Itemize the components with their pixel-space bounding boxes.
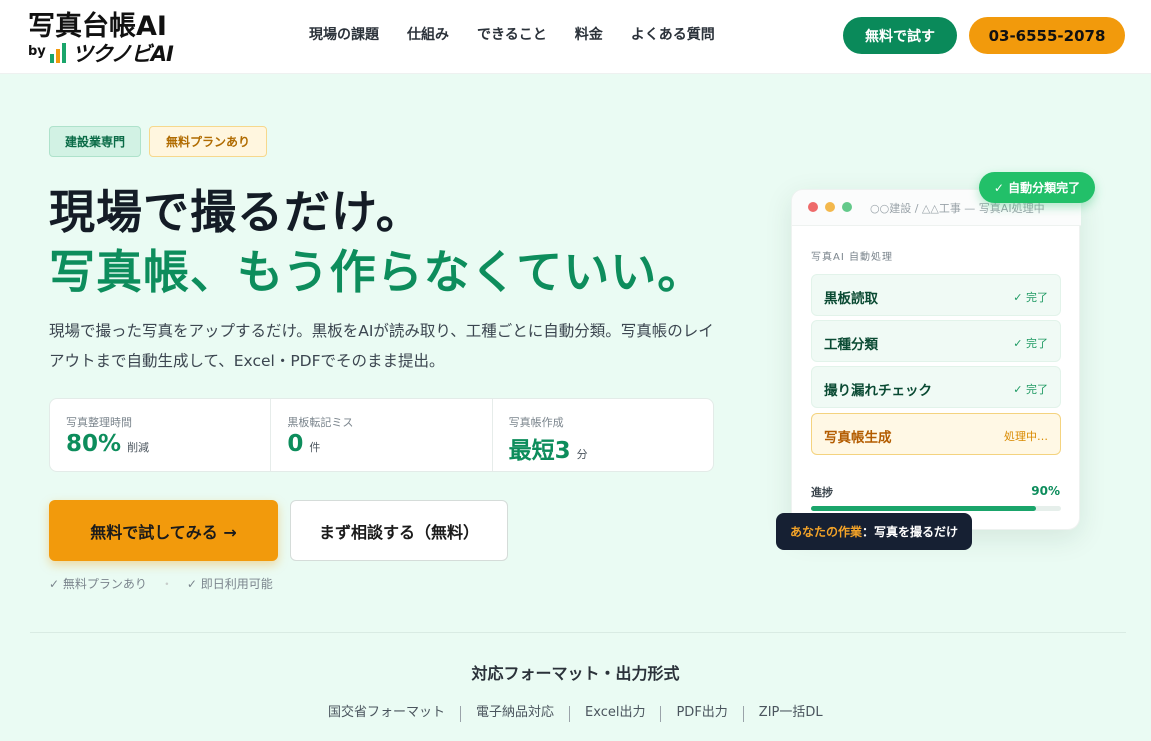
window-minimize-dot xyxy=(825,202,835,212)
step-status: ✓ 完了 xyxy=(1013,291,1048,304)
section-divider xyxy=(30,632,1126,633)
step-name: 工種分類 xyxy=(824,337,878,353)
progress-bar xyxy=(811,506,1061,511)
stat-value: 80% 削減 xyxy=(66,431,149,457)
formats-title: 対応フォーマット・出力形式 xyxy=(471,664,680,683)
stat-item: 黒板転記ミス 0件 xyxy=(271,399,493,471)
step-name: 黒板読取 xyxy=(824,291,878,307)
step-status: ✓ 完了 xyxy=(1013,337,1048,350)
logo-by: by xyxy=(28,44,46,59)
stat-number: 80% xyxy=(66,431,122,457)
format-separator xyxy=(660,706,662,722)
formats-list: 国交省フォーマット 電子納品対応 Excel出力 PDF出力 ZIP一括DL xyxy=(328,698,823,722)
nav-link-faq[interactable]: よくある質問 xyxy=(631,24,715,46)
hero-title-line1: 現場で撮るだけ。 xyxy=(49,185,423,239)
auto-classified-badge: ✓ 自動分類完了 xyxy=(979,172,1095,203)
main-nav: 現場の課題 仕組み できること 料金 よくある質問 xyxy=(309,24,743,46)
logo[interactable]: 写真台帳AI by ツクノビAI xyxy=(28,4,188,68)
nav-link-mechanism[interactable]: 仕組み xyxy=(407,24,449,46)
try-free-button[interactable]: 無料で試してみる → xyxy=(49,500,278,561)
format-item: 国交省フォーマット xyxy=(328,704,446,720)
consult-button[interactable]: まず相談する（無料） xyxy=(290,500,508,561)
format-separator xyxy=(569,706,571,722)
stat-label: 黒板転記ミス xyxy=(287,416,354,429)
format-item: 電子納品対応 xyxy=(476,704,555,720)
stat-number: 0 xyxy=(287,431,304,457)
your-task-badge: あなたの作業 ：写真を撮るだけ xyxy=(776,513,972,550)
logo-subtitle: ツクノビAI xyxy=(72,42,174,66)
site-header: 写真台帳AI by ツクノビAI 現場の課題 仕組み できること 料金 よくある… xyxy=(0,0,1151,74)
stat-item: 写真整理時間 80% 削減 xyxy=(50,399,272,471)
note-free-plan: ✓ 無料プランあり xyxy=(49,577,147,591)
step-name: 撮り漏れチェック xyxy=(824,383,932,399)
stat-label: 写真整理時間 xyxy=(66,416,132,429)
nav-link-features[interactable]: できること xyxy=(477,24,547,46)
stat-label: 写真帳作成 xyxy=(508,416,564,429)
stats-bar: 写真整理時間 80% 削減 黒板転記ミス 0件 写真帳作成 最短3 分 xyxy=(49,398,714,472)
format-item: Excel出力 xyxy=(585,704,646,720)
stat-item: 写真帳作成 最短3 分 xyxy=(493,399,713,471)
window-maximize-dot xyxy=(842,202,852,212)
nav-link-pricing[interactable]: 料金 xyxy=(575,24,603,46)
header-trial-button[interactable]: 無料で試す xyxy=(843,17,957,54)
note-separator: ・ xyxy=(160,577,173,591)
progress-fill xyxy=(811,506,1036,511)
ai-process-panel: ○○建設 / △△工事 — 写真AI処理中 写真AI 自動処理 黒板読取 ✓ 完… xyxy=(791,189,1081,530)
bar-chart-icon xyxy=(50,43,66,63)
step-status: ✓ 完了 xyxy=(1013,383,1048,396)
stat-value: 0件 xyxy=(287,431,320,457)
format-separator xyxy=(742,706,744,722)
nav-link-problems[interactable]: 現場の課題 xyxy=(309,24,379,46)
process-step: 黒板読取 ✓ 完了 xyxy=(811,274,1061,316)
stat-unit: 削減 xyxy=(127,441,150,454)
process-step: 撮り漏れチェック ✓ 完了 xyxy=(811,366,1061,408)
hero-lead: 現場で撮った写真をアップするだけ。黒板をAIが読み取り、工種ごとに自動分類。写真… xyxy=(49,322,714,370)
hero-title-line2: 写真帳、もう作らなくていい。 xyxy=(49,245,705,299)
step-name: 写真帳生成 xyxy=(824,430,892,446)
stat-unit: 分 xyxy=(576,448,588,461)
cta-notes: ✓ 無料プランあり・ ✓ 即日利用可能 xyxy=(49,575,287,592)
tag-construction: 建設業専門 xyxy=(49,126,141,157)
note-same-day: ✓ 即日利用可能 xyxy=(186,577,273,591)
process-step: 工種分類 ✓ 完了 xyxy=(811,320,1061,362)
header-phone-button[interactable]: 03-6555-2078 xyxy=(969,17,1125,54)
process-step-active: 写真帳生成 処理中… xyxy=(811,413,1061,455)
panel-caption: 写真AI 自動処理 xyxy=(811,252,893,263)
progress-label: 進捗 xyxy=(811,486,833,499)
format-separator xyxy=(460,706,462,722)
your-task-prefix: あなたの作業 xyxy=(789,525,862,539)
step-status: 処理中… xyxy=(1004,430,1048,443)
stat-unit: 件 xyxy=(309,441,321,454)
format-item: ZIP一括DL xyxy=(758,704,823,720)
progress-value: 90% xyxy=(1031,484,1060,498)
stat-value: 最短3 分 xyxy=(509,431,588,465)
stat-number: 最短3 xyxy=(508,438,571,464)
tag-free-plan: 無料プランあり xyxy=(149,126,267,157)
format-item: PDF出力 xyxy=(676,704,728,720)
window-close-dot xyxy=(808,202,818,212)
your-task-text: ：写真を撮るだけ xyxy=(862,525,959,539)
